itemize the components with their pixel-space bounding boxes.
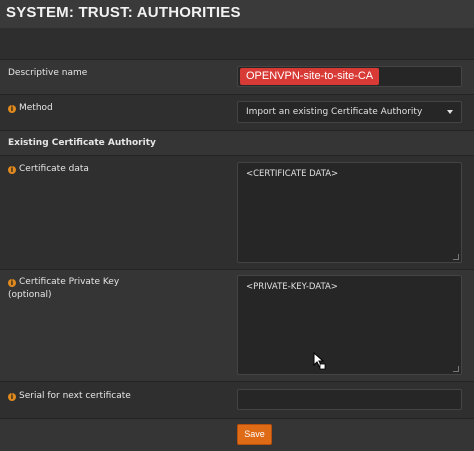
info-icon[interactable]: i [8, 105, 16, 113]
certificate-data-textarea[interactable]: <CERTIFICATE DATA> [237, 162, 462, 263]
resize-handle-icon[interactable] [453, 254, 459, 260]
certificate-data-label: Certificate data [19, 164, 89, 174]
row-certificate-data: i Certificate data <CERTIFICATE DATA> [0, 155, 474, 269]
row-serial: i Serial for next certificate [0, 381, 474, 418]
private-key-label: Certificate Private Key [19, 277, 120, 287]
info-icon[interactable]: i [8, 279, 16, 287]
descriptive-name-label: Descriptive name [8, 68, 88, 78]
certificate-data-value: <CERTIFICATE DATA> [246, 169, 339, 179]
private-key-textarea[interactable]: <PRIVATE-KEY-DATA> [237, 275, 462, 375]
descriptive-name-input[interactable]: OPENVPN-site-to-site-CA [237, 66, 462, 87]
serial-label-wrap: i Serial for next certificate [8, 390, 131, 403]
descriptive-name-value: OPENVPN-site-to-site-CA [240, 68, 380, 85]
private-key-value: <PRIVATE-KEY-DATA> [246, 282, 338, 292]
chevron-down-icon [447, 110, 453, 114]
serial-input[interactable] [237, 389, 462, 410]
private-key-label-wrap: i Certificate Private Key (optional) [8, 276, 119, 302]
method-label: Method [19, 103, 53, 113]
row-private-key: i Certificate Private Key (optional) <PRI… [0, 269, 474, 381]
serial-label: Serial for next certificate [19, 391, 131, 401]
info-icon[interactable]: i [8, 393, 16, 401]
private-key-sublabel: (optional) [8, 290, 52, 300]
save-button[interactable]: Save [237, 424, 272, 445]
resize-handle-icon[interactable] [453, 366, 459, 372]
row-section-heading: Existing Certificate Authority [0, 130, 474, 155]
certificate-data-label-wrap: i Certificate data [8, 163, 89, 176]
method-label-wrap: i Method [8, 102, 53, 115]
mouse-pointer-icon [313, 352, 326, 370]
info-icon[interactable]: i [8, 166, 16, 174]
row-method: i Method Import an existing Certificate A… [0, 94, 474, 130]
method-selected: Import an existing Certificate Authority [246, 107, 423, 117]
row-descriptive-name: Descriptive name OPENVPN-site-to-site-CA [0, 59, 474, 94]
method-select[interactable]: Import an existing Certificate Authority [237, 101, 462, 123]
section-heading: Existing Certificate Authority [8, 138, 156, 148]
page-title: SYSTEM: TRUST: AUTHORITIES [0, 0, 474, 28]
header-spacer [0, 28, 474, 59]
